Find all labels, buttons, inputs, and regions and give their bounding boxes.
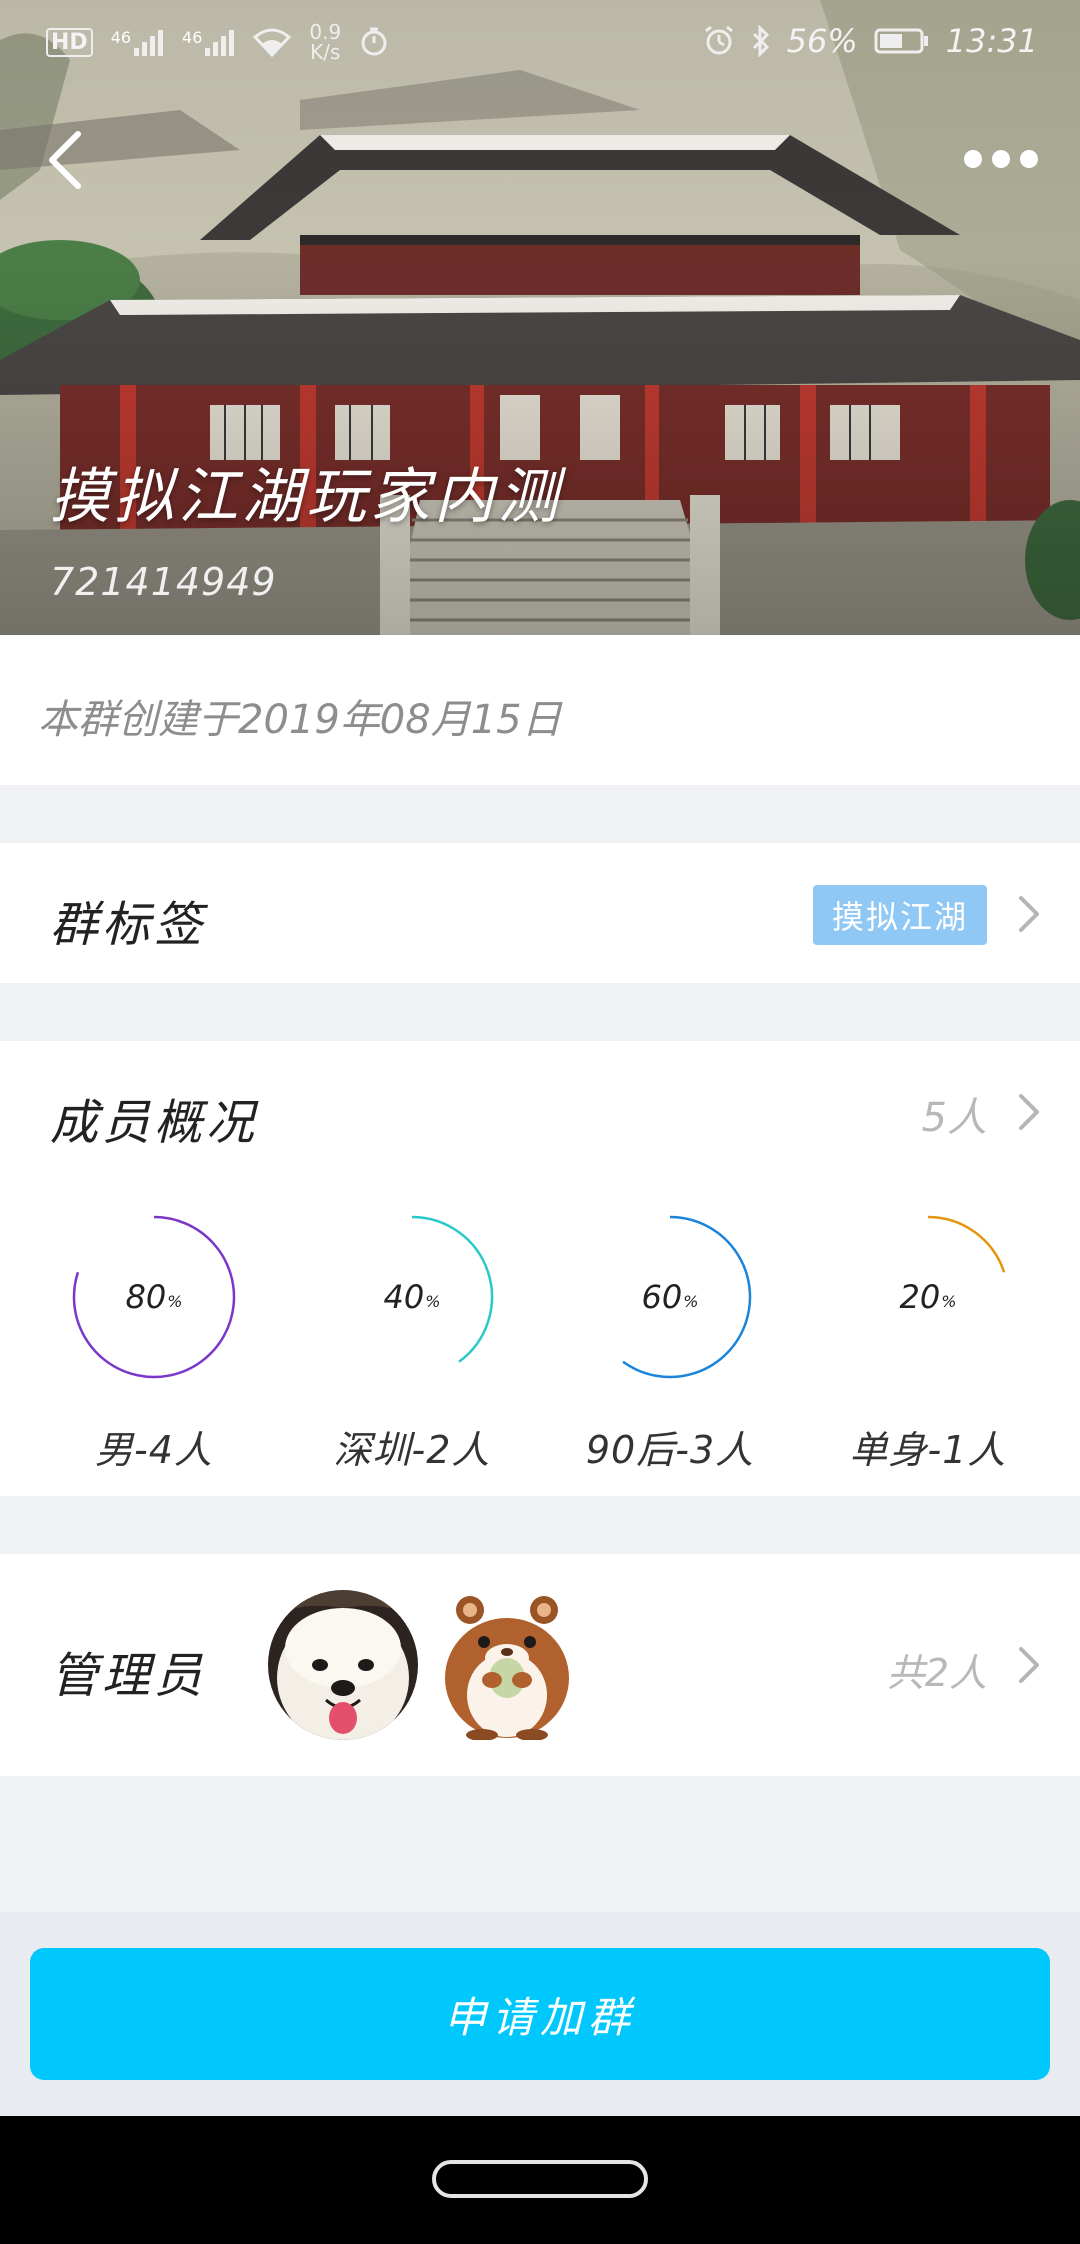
- group-created-info: 本群创建于2019年08月15日: [0, 635, 1080, 785]
- alarm-icon: [704, 25, 733, 55]
- stat-label: 单身-1人: [849, 1428, 1007, 1472]
- chevron-right-icon: [1019, 896, 1039, 932]
- group-cover-image: HD 46 46 0.9 K/s 56% 13:31 摸拟江湖玩家内测 7214…: [0, 0, 1080, 635]
- timer-icon: [361, 27, 387, 56]
- dog-avatar-image: [268, 1590, 418, 1740]
- more-dot-icon: [992, 150, 1010, 168]
- clock: 13:31: [945, 22, 1038, 60]
- more-options-button[interactable]: [964, 142, 1038, 176]
- bottom-action-bar: 申请加群: [0, 1912, 1080, 2116]
- admin-title: 管理员: [50, 1648, 207, 1704]
- member-count[interactable]: 5人: [922, 1085, 987, 1143]
- admin-count: 共2人: [886, 1651, 987, 1695]
- stat-percent: 60%: [641, 1278, 699, 1316]
- member-overview-section: 成员概况 5人 80% 男-4人 40% 深圳-2人 60% 90后-3人 20…: [0, 1041, 1080, 1496]
- apply-join-group-button[interactable]: 申请加群: [30, 1948, 1050, 2080]
- back-button[interactable]: [44, 128, 94, 192]
- admin-row[interactable]: 管理员 共2人: [0, 1554, 1080, 1776]
- created-date-text: 本群创建于2019年08月15日: [38, 697, 562, 743]
- avatar[interactable]: [432, 1590, 582, 1740]
- signal-icon-2: 46: [182, 28, 235, 56]
- battery-percent: 56%: [786, 22, 858, 60]
- member-overview-title: 成员概况: [50, 1095, 259, 1151]
- stat-gender[interactable]: 80% 男-4人: [24, 1201, 284, 1472]
- avatar[interactable]: [268, 1590, 418, 1740]
- chevron-right-icon[interactable]: [1018, 1093, 1040, 1131]
- wifi-icon: [253, 28, 292, 57]
- hd-badge: HD: [46, 27, 93, 57]
- status-bar: HD 46 46 0.9 K/s 56% 13:31: [0, 0, 1080, 84]
- group-tag-row[interactable]: 群标签 摸拟江湖: [0, 843, 1080, 983]
- bluetooth-icon: [752, 25, 769, 57]
- group-id: 721414949: [50, 560, 277, 604]
- group-name: 摸拟江湖玩家内测: [50, 462, 562, 532]
- cover-gradient-overlay: [0, 0, 1080, 635]
- battery-icon: [874, 28, 928, 54]
- group-tag-chip[interactable]: 摸拟江湖: [813, 885, 987, 945]
- stat-city[interactable]: 40% 深圳-2人: [282, 1201, 542, 1472]
- stat-label: 深圳-2人: [333, 1428, 491, 1472]
- chevron-left-icon: [49, 131, 81, 189]
- stat-percent: 20%: [899, 1278, 957, 1316]
- stat-percent: 80%: [125, 1278, 183, 1316]
- stat-single[interactable]: 20% 单身-1人: [798, 1201, 1058, 1472]
- stat-age[interactable]: 60% 90后-3人: [540, 1201, 800, 1472]
- more-dot-icon: [964, 150, 982, 168]
- stat-label: 90后-3人: [585, 1428, 755, 1472]
- hamster-avatar-image: [445, 1596, 569, 1740]
- stat-label: 男-4人: [95, 1428, 213, 1472]
- system-navigation-bar: [0, 2116, 1080, 2244]
- member-stats: 80% 男-4人 40% 深圳-2人 60% 90后-3人 20% 单身-1人: [0, 1201, 1080, 1472]
- stat-percent: 40%: [383, 1278, 441, 1316]
- group-profile-page: HD 46 46 0.9 K/s 56% 13:31 摸拟江湖玩家内测 7214…: [0, 0, 1080, 2244]
- home-gesture-pill[interactable]: [432, 2160, 648, 2198]
- signal-icon-1: 46: [111, 28, 164, 56]
- network-speed: 0.9 K/s: [309, 20, 342, 64]
- group-tag-title: 群标签: [50, 897, 207, 953]
- more-dot-icon: [1020, 150, 1038, 168]
- chevron-right-icon: [1019, 1647, 1039, 1683]
